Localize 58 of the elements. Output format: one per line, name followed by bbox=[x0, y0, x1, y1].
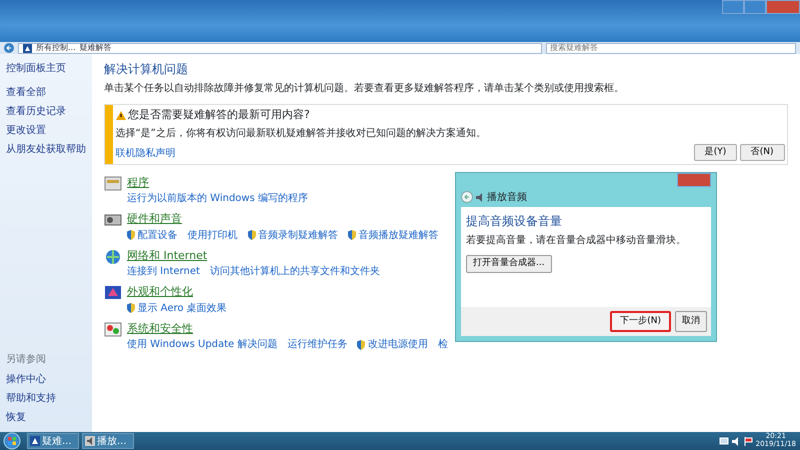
category-title[interactable]: 外观和个性化 bbox=[127, 284, 227, 300]
speaker-icon bbox=[476, 192, 484, 202]
page-title: 解决计算机问题 bbox=[104, 61, 189, 78]
sidebar-link[interactable]: 查看全部 bbox=[6, 86, 86, 99]
notice-button[interactable]: 否(N) bbox=[740, 144, 784, 161]
flag-icon[interactable] bbox=[744, 436, 753, 446]
breadcrumb-item[interactable]: 所有控制... bbox=[36, 42, 76, 54]
speaker-icon bbox=[85, 436, 95, 446]
privacy-link[interactable]: 联机隐私声明 bbox=[116, 146, 176, 161]
troubleshooter-link[interactable]: 使用 Windows Update 解决问题 bbox=[127, 337, 278, 352]
dialog-button[interactable]: 取消 bbox=[675, 310, 707, 332]
taskbar-item[interactable]: 播放... bbox=[82, 433, 134, 449]
open-mixer-button[interactable]: 打开音量合成器... bbox=[466, 255, 552, 272]
dialog-text: 若要提高音量，请在音量合成器中移动音量滑块。 bbox=[466, 234, 686, 248]
category-title[interactable]: 网络和 Internet bbox=[127, 248, 380, 264]
sidebar-link[interactable]: 控制面板主页 bbox=[6, 62, 86, 75]
category-title[interactable]: 系统和安全性 bbox=[127, 320, 448, 337]
category-icon bbox=[104, 174, 122, 192]
category-icon bbox=[104, 284, 122, 301]
dialog-heading: 提高音频设备音量 bbox=[466, 213, 562, 230]
notice-button[interactable]: 是(Y) bbox=[694, 144, 738, 161]
back-icon[interactable] bbox=[4, 43, 14, 53]
sidebar-link[interactable]: 恢复 bbox=[6, 411, 86, 424]
notice-text: 选择“是”之后，你将有权访问最新联机疑难解答并接收对已知问题的解决方案通知。 bbox=[116, 126, 487, 141]
troubleshooter-link[interactable]: 运行维护任务 bbox=[287, 337, 348, 352]
dialog-title: 播放音频 bbox=[487, 190, 527, 204]
search-field[interactable]: 搜索疑难解答 bbox=[546, 42, 796, 54]
sidebar-link[interactable]: 帮助和支持 bbox=[6, 392, 86, 405]
troubleshooter-link[interactable]: 连接到 Internet bbox=[127, 264, 200, 279]
troubleshooter-link[interactable]: 使用打印机 bbox=[188, 228, 238, 242]
sidebar-link[interactable]: 操作中心 bbox=[6, 373, 86, 386]
troubleshooter-link[interactable]: 访问其他计算机上的共享文件和文件夹 bbox=[210, 264, 380, 279]
category-icon bbox=[104, 248, 122, 264]
sidebar-link[interactable]: 从朋友处获取帮助 bbox=[6, 143, 86, 156]
troubleshooter-link[interactable]: 改进电源使用 bbox=[368, 337, 428, 352]
category-icon bbox=[104, 320, 122, 338]
control-panel-icon bbox=[30, 436, 40, 446]
troubleshooter-link[interactable]: 音频录制疑难解答 bbox=[258, 228, 338, 242]
troubleshooter-link[interactable]: 运行为以前版本的 Windows 编写的程序 bbox=[127, 191, 308, 206]
troubleshooter-link[interactable]: 检 bbox=[438, 337, 448, 352]
taskbar-item[interactable]: 疑难... bbox=[27, 433, 79, 449]
notice-accent-bar bbox=[105, 104, 113, 164]
volume-icon[interactable] bbox=[732, 436, 741, 446]
page-description: 单击某个任务以自动排除故障并修复常见的计算机问题。若要查看更多疑难解答程序，请单击某个类别或使用搜索框。 bbox=[104, 82, 625, 96]
notice-title: 您是否需要疑难解答的最新可用内容? bbox=[128, 107, 310, 123]
sidebar-link[interactable]: 查看历史记录 bbox=[6, 105, 86, 118]
warning-icon bbox=[116, 110, 126, 120]
category-title[interactable]: 程序 bbox=[127, 174, 308, 191]
sidebar-link[interactable]: 更改设置 bbox=[6, 124, 86, 137]
see-also-heading: 另请参阅 bbox=[6, 352, 47, 367]
troubleshooter-link[interactable]: 显示 Aero 桌面效果 bbox=[138, 300, 227, 316]
category-title[interactable]: 硬件和声音 bbox=[127, 211, 438, 228]
back-icon[interactable] bbox=[461, 191, 473, 203]
troubleshooter-link[interactable]: 音频播放疑难解答 bbox=[358, 228, 438, 242]
breadcrumb-item[interactable]: 疑难解答 bbox=[80, 42, 112, 54]
network-icon[interactable] bbox=[718, 436, 729, 446]
troubleshooter-link[interactable]: 配置设备 bbox=[138, 228, 178, 242]
dialog-button[interactable]: 下一步(N) bbox=[610, 310, 671, 332]
